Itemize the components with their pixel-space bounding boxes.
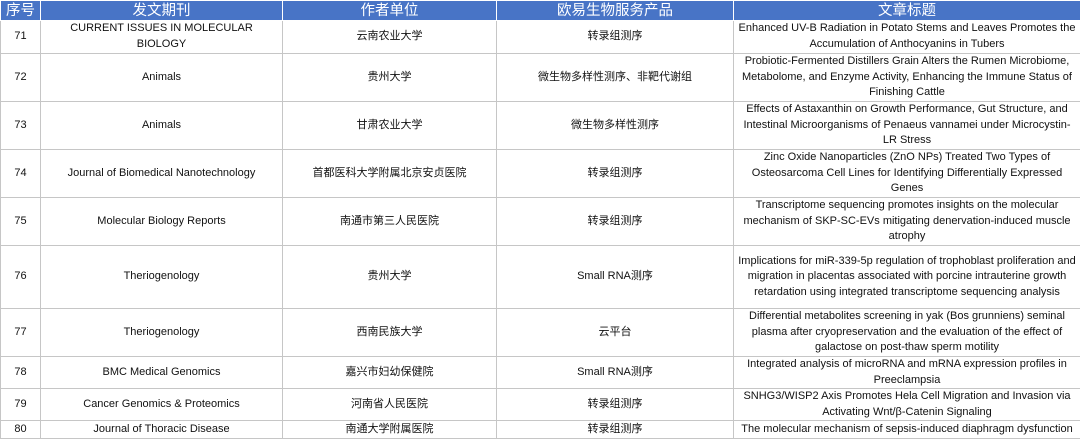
cell-affiliation: 西南民族大学 xyxy=(283,309,497,357)
table-row: 77 Theriogenology 西南民族大学 云平台 Differentia… xyxy=(1,309,1080,357)
cell-service: 转录组测序 xyxy=(497,198,734,246)
cell-affiliation: 南通市第三人民医院 xyxy=(283,198,497,246)
cell-no: 80 xyxy=(1,421,41,439)
cell-service: 转录组测序 xyxy=(497,150,734,198)
cell-affiliation: 贵州大学 xyxy=(283,54,497,102)
table-row: 74 Journal of Biomedical Nanotechnology … xyxy=(1,150,1080,198)
cell-journal: Theriogenology xyxy=(41,246,283,309)
header-service: 欧易生物服务产品 xyxy=(497,1,734,21)
cell-title: Enhanced UV-B Radiation in Potato Stems … xyxy=(734,21,1080,54)
cell-no: 76 xyxy=(1,246,41,309)
table-row: 72 Animals 贵州大学 微生物多样性测序、非靶代谢组 Probiotic… xyxy=(1,54,1080,102)
cell-affiliation: 贵州大学 xyxy=(283,246,497,309)
cell-journal: Theriogenology xyxy=(41,309,283,357)
table-header: 序号 发文期刊 作者单位 欧易生物服务产品 文章标题 xyxy=(1,1,1080,21)
header-title: 文章标题 xyxy=(734,1,1080,21)
cell-no: 72 xyxy=(1,54,41,102)
header-row: 序号 发文期刊 作者单位 欧易生物服务产品 文章标题 xyxy=(1,1,1080,21)
cell-title: Integrated analysis of microRNA and mRNA… xyxy=(734,357,1080,389)
header-affiliation: 作者单位 xyxy=(283,1,497,21)
cell-affiliation: 云南农业大学 xyxy=(283,21,497,54)
header-no: 序号 xyxy=(1,1,41,21)
table-row: 79 Cancer Genomics & Proteomics 河南省人民医院 … xyxy=(1,389,1080,421)
cell-title: The molecular mechanism of sepsis-induce… xyxy=(734,421,1080,439)
cell-affiliation: 嘉兴市妇幼保健院 xyxy=(283,357,497,389)
cell-no: 77 xyxy=(1,309,41,357)
cell-no: 74 xyxy=(1,150,41,198)
cell-no: 75 xyxy=(1,198,41,246)
table-row: 73 Animals 甘肃农业大学 微生物多样性测序 Effects of As… xyxy=(1,102,1080,150)
table-row: 80 Journal of Thoracic Disease 南通大学附属医院 … xyxy=(1,421,1080,439)
cell-title: Effects of Astaxanthin on Growth Perform… xyxy=(734,102,1080,150)
cell-title: SNHG3/WISP2 Axis Promotes Hela Cell Migr… xyxy=(734,389,1080,421)
cell-title: Transcriptome sequencing promotes insigh… xyxy=(734,198,1080,246)
header-journal: 发文期刊 xyxy=(41,1,283,21)
cell-journal: Journal of Biomedical Nanotechnology xyxy=(41,150,283,198)
cell-affiliation: 首都医科大学附属北京安贞医院 xyxy=(283,150,497,198)
cell-journal: Cancer Genomics & Proteomics xyxy=(41,389,283,421)
cell-journal: Journal of Thoracic Disease xyxy=(41,421,283,439)
cell-title: Differential metabolites screening in ya… xyxy=(734,309,1080,357)
cell-service: 转录组测序 xyxy=(497,389,734,421)
cell-service: 微生物多样性测序 xyxy=(497,102,734,150)
cell-service: 转录组测序 xyxy=(497,421,734,439)
table-body: 71 CURRENT ISSUES IN MOLECULAR BIOLOGY 云… xyxy=(1,21,1080,439)
cell-service: Small RNA测序 xyxy=(497,357,734,389)
cell-no: 73 xyxy=(1,102,41,150)
cell-journal: CURRENT ISSUES IN MOLECULAR BIOLOGY xyxy=(41,21,283,54)
table-row: 75 Molecular Biology Reports 南通市第三人民医院 转… xyxy=(1,198,1080,246)
table-row: 71 CURRENT ISSUES IN MOLECULAR BIOLOGY 云… xyxy=(1,21,1080,54)
cell-journal: Animals xyxy=(41,54,283,102)
cell-journal: Animals xyxy=(41,102,283,150)
cell-affiliation: 甘肃农业大学 xyxy=(283,102,497,150)
cell-service: Small RNA测序 xyxy=(497,246,734,309)
cell-affiliation: 河南省人民医院 xyxy=(283,389,497,421)
publication-table: 序号 发文期刊 作者单位 欧易生物服务产品 文章标题 71 CURRENT IS… xyxy=(0,0,1080,439)
cell-service: 微生物多样性测序、非靶代谢组 xyxy=(497,54,734,102)
cell-journal: BMC Medical Genomics xyxy=(41,357,283,389)
cell-no: 71 xyxy=(1,21,41,54)
cell-service: 云平台 xyxy=(497,309,734,357)
cell-title: Implications for miR-339-5p regulation o… xyxy=(734,246,1080,309)
cell-no: 78 xyxy=(1,357,41,389)
table-row: 78 BMC Medical Genomics 嘉兴市妇幼保健院 Small R… xyxy=(1,357,1080,389)
cell-journal: Molecular Biology Reports xyxy=(41,198,283,246)
table-row: 76 Theriogenology 贵州大学 Small RNA测序 Impli… xyxy=(1,246,1080,309)
cell-title: Probiotic-Fermented Distillers Grain Alt… xyxy=(734,54,1080,102)
cell-no: 79 xyxy=(1,389,41,421)
cell-title: Zinc Oxide Nanoparticles (ZnO NPs) Treat… xyxy=(734,150,1080,198)
cell-affiliation: 南通大学附属医院 xyxy=(283,421,497,439)
cell-service: 转录组测序 xyxy=(497,21,734,54)
